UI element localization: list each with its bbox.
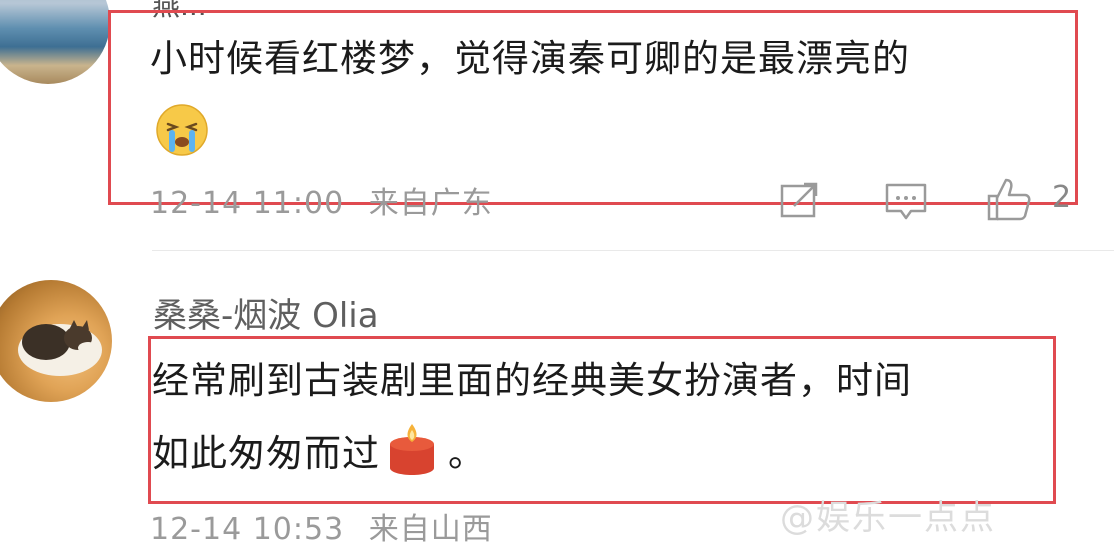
watermark: @娱乐一点点 xyxy=(780,498,996,538)
comment-location-1: 来自广东 xyxy=(368,186,493,221)
comment-2-line-2: 如此匆匆而过 xyxy=(152,432,380,475)
candle-icon xyxy=(386,422,438,476)
comment-1-body: 小时候看红楼梦，觉得演秦可卿的是最漂亮的 xyxy=(150,37,910,80)
comment-2-period: 。 xyxy=(448,432,486,475)
avatar-comment-1[interactable] xyxy=(0,0,110,84)
comment-text-1: 小时候看红楼梦，觉得演秦可卿的是最漂亮的 xyxy=(150,28,910,165)
avatar-comment-2[interactable] xyxy=(0,280,112,402)
divider xyxy=(152,250,1114,251)
comment-time-2: 12-14 10:53 xyxy=(150,512,345,547)
comment-2-line-1: 经常刷到古装剧里面的经典美女扮演者，时间 xyxy=(152,359,912,402)
thumbs-up-icon[interactable] xyxy=(986,176,1032,222)
like-count-1: 2 xyxy=(1052,180,1072,215)
comment-icon[interactable] xyxy=(884,182,928,222)
share-icon[interactable] xyxy=(780,180,822,220)
comment-time-1: 12-14 11:00 xyxy=(150,186,345,221)
cat-photo-icon xyxy=(18,320,102,376)
comment-meta-2: 12-14 10:53 来自山西 xyxy=(150,504,493,548)
username-comment-2[interactable]: 桑桑-烟波 Olia xyxy=(153,288,379,337)
comment-location-2: 来自山西 xyxy=(368,512,493,547)
crying-face-icon xyxy=(154,102,210,158)
comment-meta-1: 12-14 11:00 来自广东 xyxy=(150,178,493,222)
comment-text-2: 经常刷到古装剧里面的经典美女扮演者，时间 如此匆匆而过 。 xyxy=(152,350,912,485)
